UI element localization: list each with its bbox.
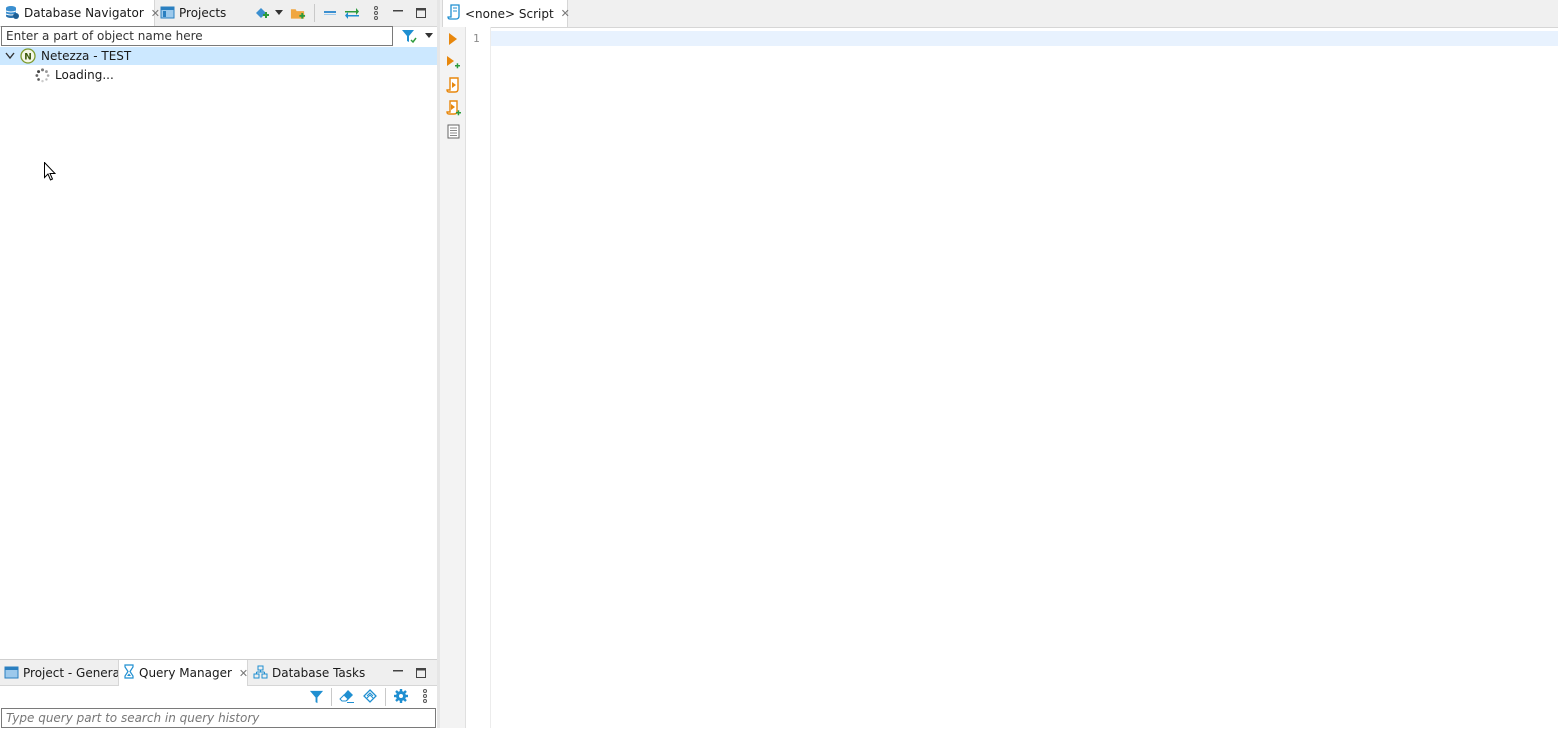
database-navigator-icon [4,4,20,23]
gear-icon[interactable] [393,688,409,704]
view-menu-icon[interactable] [417,688,433,704]
toolbar-separator [385,688,386,706]
tab-query-manager[interactable]: Query Manager ✕ [118,660,248,686]
execute-script-new-tab-icon[interactable] [445,100,461,116]
collapse-all-icon[interactable] [322,5,338,21]
tab-query-manager-label: Query Manager [139,666,232,680]
tab-database-tasks[interactable]: Database Tasks [249,660,365,686]
navigator-tab-bar: Database Navigator ✕ Projects [0,0,437,27]
chevron-down-icon[interactable] [273,5,285,21]
tab-projects[interactable]: Projects [156,0,246,26]
mouse-cursor-icon [44,161,57,184]
link-with-editor-icon[interactable] [344,5,360,21]
filter-icon[interactable] [401,28,417,44]
expand-arrow-icon[interactable] [5,52,17,60]
bottom-tab-bar: Project - General Query Manager ✕ Databa… [0,660,437,686]
tree-node-label: Netezza - TEST [41,49,132,63]
tab-projects-label: Projects [179,6,227,20]
view-menu-icon[interactable] [368,5,384,21]
sql-script-icon [447,4,461,23]
database-navigator-panel: Database Navigator ✕ Projects Enter a pa… [0,0,437,657]
execute-statement-icon[interactable] [445,31,461,47]
new-folder-icon[interactable] [290,5,306,21]
execute-in-new-tab-icon[interactable] [445,54,461,70]
toolbar-separator [314,4,315,22]
explain-plan-icon[interactable] [445,123,461,139]
editor-tab-bar: <none> Script ✕ [440,0,1558,28]
tab-database-navigator-label: Database Navigator [24,6,144,20]
tab-script[interactable]: <none> Script ✕ [442,0,570,27]
minimize-icon[interactable] [390,5,406,21]
tree-node-netezza-test[interactable]: N Netezza - TEST [0,47,437,65]
current-line-highlight[interactable] [491,31,1558,46]
line-number-gutter [466,27,491,728]
query-history-search-input[interactable] [1,708,436,728]
navigator-filter-input[interactable] [1,26,393,46]
eraser-icon[interactable] [339,688,355,704]
minimize-icon[interactable] [390,665,406,681]
tab-script-label: <none> Script [465,6,554,21]
query-manager-panel: Project - General Query Manager ✕ Databa… [0,659,437,729]
sql-editor: <none> Script ✕ 1 [440,0,1558,728]
query-manager-icon [123,664,135,682]
new-connection-icon[interactable] [253,5,269,21]
database-tasks-icon [253,665,268,682]
execute-script-icon[interactable] [445,77,461,93]
maximize-icon[interactable] [413,665,429,681]
toolbar-separator [331,688,332,706]
close-icon[interactable]: ✕ [561,7,570,20]
maximize-icon[interactable] [413,5,429,21]
netezza-connection-icon: N [20,48,36,64]
tree-node-loading: Loading... [0,66,437,84]
projects-icon [160,5,175,22]
tree-node-label: Loading... [55,68,114,82]
chevron-down-icon[interactable] [424,28,434,44]
tab-database-navigator[interactable]: Database Navigator ✕ [0,0,160,26]
filter-icon[interactable] [308,688,324,704]
svg-text:N: N [24,53,32,63]
project-icon [4,665,19,682]
loading-spinner-icon [35,67,50,83]
tab-database-tasks-label: Database Tasks [272,666,366,680]
editor-action-gutter [440,27,466,728]
refresh-icon[interactable] [362,688,378,704]
close-icon[interactable]: ✕ [239,667,248,680]
line-number: 1 [473,32,480,45]
tab-project-general[interactable]: Project - General [0,660,123,686]
tab-project-general-label: Project - General [23,666,124,680]
